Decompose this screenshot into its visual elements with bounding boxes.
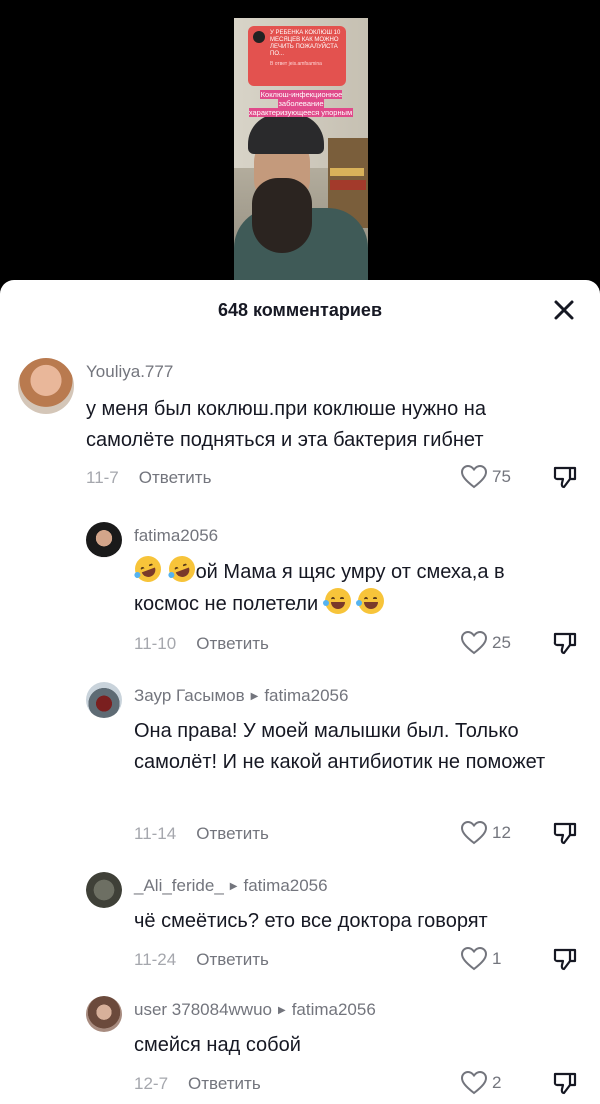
- avatar[interactable]: [86, 682, 122, 718]
- video-thumbnail[interactable]: У РЕБЕНКА КОКЛЮШ 10 МЕСЯЦЕВ КАК МОЖНО ЛЕ…: [234, 18, 368, 280]
- comment-author[interactable]: Заур Гасымов: [134, 686, 245, 705]
- avatar[interactable]: [86, 872, 122, 908]
- comments-header: 648 комментариев: [0, 280, 600, 340]
- heart-icon: [460, 946, 488, 971]
- reply-button[interactable]: Ответить: [196, 950, 269, 969]
- dislike-button[interactable]: [552, 464, 578, 490]
- reply-button[interactable]: Ответить: [188, 1074, 261, 1093]
- like-count: 12: [492, 823, 511, 842]
- video-book: [330, 180, 366, 190]
- heart-icon: [460, 630, 488, 655]
- reply-button[interactable]: Ответить: [196, 824, 269, 843]
- rofl-emoji-icon: [131, 552, 165, 586]
- comment-username[interactable]: fatima2056: [134, 526, 218, 546]
- comment-date: 11-10: [134, 634, 177, 653]
- video-caption: Коклюш-инфекционное заболевание характер…: [248, 90, 354, 117]
- comment-item: Заур Гасымов ▶ fatima2056 Она права! У мое…: [0, 682, 600, 852]
- comment-date: 12-7: [134, 1074, 169, 1093]
- comment-meta: 11-14 Ответить: [134, 824, 269, 844]
- avatar[interactable]: [18, 358, 74, 414]
- thumbs-down-icon: [553, 948, 577, 971]
- dislike-button[interactable]: [552, 946, 578, 972]
- comment-meta: 11-24 Ответить: [134, 950, 269, 970]
- comment-date: 11-24: [134, 950, 177, 969]
- thumbs-down-icon: [553, 466, 577, 489]
- like-count: 2: [492, 1073, 502, 1092]
- heart-icon: [460, 1070, 488, 1095]
- comment-username[interactable]: user 378084wwuo ▶ fatima2056: [134, 1000, 376, 1020]
- like-count: 25: [492, 633, 511, 652]
- comment-username[interactable]: _Ali_feride_ ▶ fatima2056: [134, 876, 328, 896]
- comment-username[interactable]: Заур Гасымов ▶ fatima2056: [134, 686, 348, 706]
- comment-author[interactable]: _Ali_feride_: [134, 876, 224, 895]
- heart-icon: [460, 464, 488, 489]
- like-count: 75: [492, 467, 511, 486]
- reply-card-avatar: [253, 31, 265, 43]
- close-icon: [554, 300, 574, 320]
- joy-emoji-icon: [322, 588, 351, 614]
- video-person-beard: [252, 178, 312, 253]
- thumbs-down-icon: [553, 1072, 577, 1095]
- like-button[interactable]: 1: [460, 946, 501, 972]
- thumbs-down-icon: [553, 632, 577, 655]
- avatar[interactable]: [86, 996, 122, 1032]
- dislike-button[interactable]: [552, 820, 578, 846]
- like-button[interactable]: 2: [460, 1070, 501, 1096]
- reply-arrow-icon: ▶: [277, 1005, 286, 1016]
- close-button[interactable]: [550, 296, 578, 324]
- comment-text: Она права! У моей малышки был. Только са…: [134, 720, 546, 773]
- rofl-emoji-icon: [164, 552, 199, 586]
- avatar[interactable]: [86, 522, 122, 558]
- comment-text: смейся над собой: [134, 1034, 301, 1056]
- reply-to-username[interactable]: fatima2056: [292, 1000, 376, 1019]
- comment-item: _Ali_feride_ ▶ fatima2056 чё смеётись? ето…: [0, 872, 600, 982]
- video-reply-card: У РЕБЕНКА КОКЛЮШ 10 МЕСЯЦЕВ КАК МОЖНО ЛЕ…: [248, 26, 346, 86]
- comment-text: ой Мама я щяс умру от смеха,а в космос н…: [131, 552, 574, 620]
- reply-card-text: У РЕБЕНКА КОКЛЮШ 10 МЕСЯЦЕВ КАК МОЖНО ЛЕ…: [270, 30, 341, 57]
- like-count: 1: [492, 949, 502, 968]
- comment-item: user 378084wwuo ▶ fatima2056 смейся над со…: [0, 996, 600, 1104]
- joy-emoji-icon: [356, 588, 385, 614]
- reply-button[interactable]: Ответить: [139, 468, 212, 487]
- heart-icon: [460, 820, 488, 845]
- reply-card-subtext: В ответ jeis.amfsamina: [270, 61, 322, 67]
- thumbs-down-icon: [553, 822, 577, 845]
- comment-meta: 11-10 Ответить: [134, 634, 269, 654]
- comment-author[interactable]: user 378084wwuo: [134, 1000, 272, 1019]
- comments-count-title: 648 комментариев: [217, 300, 383, 320]
- like-button[interactable]: 75: [460, 464, 511, 490]
- reply-to-username[interactable]: fatima2056: [243, 876, 327, 895]
- dislike-button[interactable]: [552, 1070, 578, 1096]
- comment-text: чё смеётись? ето все доктора говорят: [134, 910, 488, 932]
- comment-meta: 11-7 Ответить: [86, 468, 211, 488]
- comment-meta: 12-7 Ответить: [134, 1074, 261, 1094]
- reply-button[interactable]: Ответить: [196, 634, 269, 653]
- comment-date: 11-14: [134, 824, 177, 843]
- reply-to-username[interactable]: fatima2056: [264, 686, 348, 705]
- comments-sheet: 648 комментариев Youliya.777 у меня был …: [0, 280, 600, 1104]
- video-area[interactable]: У РЕБЕНКА КОКЛЮШ 10 МЕСЯЦЕВ КАК МОЖНО ЛЕ…: [0, 0, 600, 290]
- comment-text: у меня был коклюш.при коклюше нужно на с…: [86, 398, 486, 451]
- like-button[interactable]: 25: [460, 630, 511, 656]
- comment-item: Youliya.777 у меня был коклюш.при коклюш…: [0, 358, 600, 498]
- video-person-cap: [248, 114, 324, 154]
- reply-arrow-icon: ▶: [250, 691, 259, 702]
- like-button[interactable]: 12: [460, 820, 511, 846]
- reply-arrow-icon: ▶: [229, 881, 238, 892]
- comment-username[interactable]: Youliya.777: [86, 362, 173, 382]
- dislike-button[interactable]: [552, 630, 578, 656]
- video-book: [330, 168, 364, 176]
- comment-date: 11-7: [86, 468, 119, 487]
- comment-item: fatima2056 ой Мама я щяс умру от смеха,а…: [0, 522, 600, 662]
